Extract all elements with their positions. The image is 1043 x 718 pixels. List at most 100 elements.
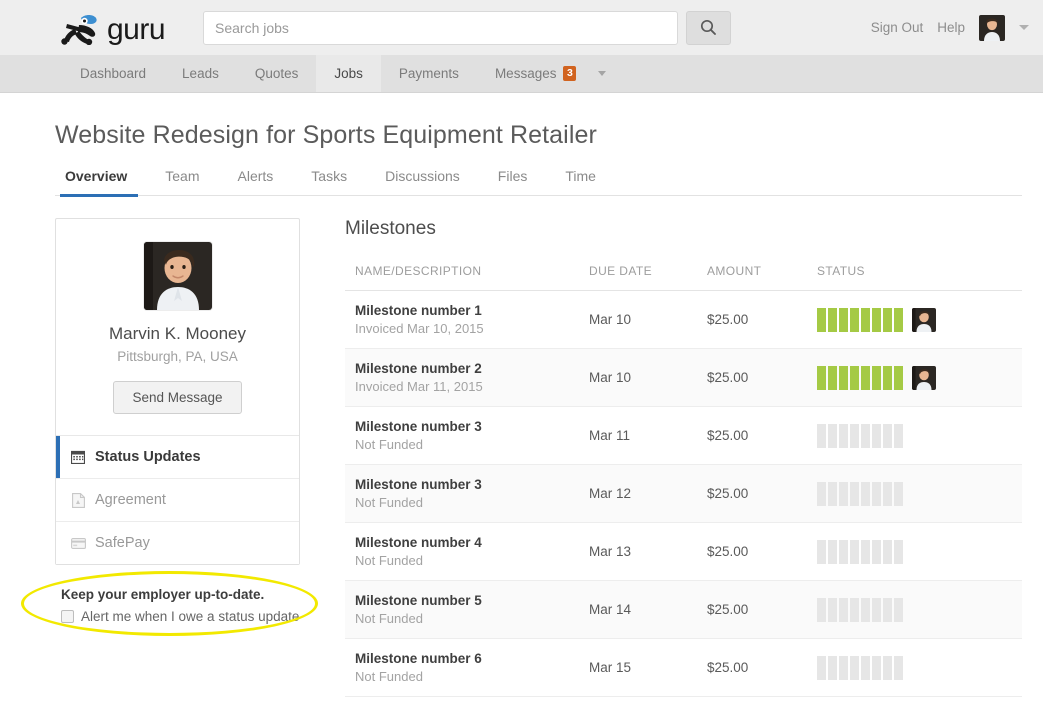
- progress-segment: [839, 307, 848, 332]
- progress-segment: [872, 365, 881, 390]
- tab-label: Discussions: [385, 168, 460, 184]
- header-avatar[interactable]: [979, 14, 1005, 41]
- sidebar-item-label: Status Updates: [95, 449, 201, 465]
- tab-overview[interactable]: Overview: [55, 168, 146, 197]
- progress-segment: [883, 539, 892, 564]
- progress-segment: [894, 539, 903, 564]
- table-row[interactable]: Milestone number 3 Not Funded Mar 11 $25.00: [345, 406, 1022, 465]
- progress-segment: [817, 597, 826, 622]
- progress-segment: [850, 481, 859, 506]
- tab-time[interactable]: Time: [546, 168, 615, 195]
- sidebar: Marvin K. Mooney Pittsburgh, PA, USA Sen…: [21, 218, 318, 718]
- progress-segment: [828, 481, 837, 506]
- tab-tasks[interactable]: Tasks: [292, 168, 366, 195]
- status-bar-group: [817, 365, 1022, 390]
- milestone-subtext: Not Funded: [355, 669, 423, 684]
- table-row[interactable]: Milestone number 4 Not Funded Mar 13 $25.00: [345, 522, 1022, 581]
- table-row[interactable]: Milestone number 5 Not Funded Mar 14 $25.00: [345, 580, 1022, 639]
- status-bar-group: [817, 307, 1022, 332]
- progress-segment: [850, 423, 859, 448]
- sidebar-item-agreement[interactable]: Agreement: [56, 479, 299, 522]
- row-avatar[interactable]: [912, 307, 936, 332]
- chevron-down-icon: [598, 71, 607, 76]
- sidebar-item-status-updates[interactable]: Status Updates: [56, 436, 299, 479]
- progress-bar: [817, 481, 903, 506]
- milestone-name: Milestone number 2: [355, 361, 482, 376]
- progress-segment: [839, 423, 848, 448]
- progress-segment: [828, 423, 837, 448]
- send-message-button[interactable]: Send Message: [113, 381, 242, 414]
- table-row[interactable]: Milestone number 3 Not Funded Mar 12 $25.00: [345, 464, 1022, 523]
- progress-segment: [828, 597, 837, 622]
- progress-segment: [828, 655, 837, 680]
- progress-segment: [828, 539, 837, 564]
- header-user-menu-caret-icon[interactable]: [1019, 25, 1029, 30]
- progress-segment: [872, 423, 881, 448]
- callout-title: Keep your employer up-to-date.: [61, 587, 265, 602]
- page-title: Website Redesign for Sports Equipment Re…: [55, 121, 597, 149]
- profile-section: Marvin K. Mooney Pittsburgh, PA, USA Sen…: [56, 219, 299, 436]
- row-avatar[interactable]: [912, 365, 936, 390]
- milestone-name: Milestone number 3: [355, 477, 482, 492]
- progress-segment: [894, 597, 903, 622]
- progress-segment: [817, 423, 826, 448]
- avatar-image: [912, 365, 936, 390]
- progress-segment: [872, 655, 881, 680]
- col-header-due-date: DUE DATE: [579, 264, 697, 291]
- milestones-heading: Milestones: [345, 218, 436, 239]
- nav-item-messages[interactable]: Messages 3: [477, 55, 595, 92]
- cell-status: [807, 406, 1022, 465]
- nav-item-payments[interactable]: Payments: [381, 55, 477, 92]
- tab-discussions[interactable]: Discussions: [366, 168, 479, 195]
- progress-segment: [817, 539, 826, 564]
- progress-segment: [894, 655, 903, 680]
- progress-segment: [861, 481, 870, 506]
- col-header-amount: AMOUNT: [697, 264, 807, 291]
- nav-item-quotes[interactable]: Quotes: [237, 55, 317, 92]
- nav-overflow-caret[interactable]: [594, 55, 618, 92]
- profile-avatar: [143, 242, 212, 310]
- milestone-name: Milestone number 1: [355, 303, 482, 318]
- document-icon: [70, 492, 86, 508]
- guru-logo[interactable]: guru: [55, 8, 185, 48]
- credit-card-icon: [70, 535, 86, 551]
- progress-segment: [861, 365, 870, 390]
- sidebar-item-safepay[interactable]: SafePay: [56, 522, 299, 564]
- milestone-subtext: Not Funded: [355, 553, 423, 568]
- nav-label: Quotes: [254, 66, 299, 81]
- help-link[interactable]: Help: [937, 20, 965, 35]
- table-row[interactable]: Milestone number 2 Invoiced Mar 11, 2015 M…: [345, 348, 1022, 407]
- guru-logo-icon: guru: [61, 13, 166, 45]
- status-bar-group: [817, 423, 1022, 448]
- search-icon: [700, 19, 716, 35]
- main-content: Milestones NAME/DESCRIPTION DUE DATE AMO…: [300, 218, 1040, 718]
- avatar-image: [979, 14, 1005, 41]
- tab-team[interactable]: Team: [146, 168, 218, 195]
- search-button[interactable]: [686, 10, 731, 45]
- cell-due-date: Mar 15: [579, 638, 697, 697]
- cell-amount: $25.00: [697, 464, 807, 523]
- progress-bar: [817, 423, 903, 448]
- progress-segment: [861, 539, 870, 564]
- progress-segment: [883, 307, 892, 332]
- top-header-bar: guru Sign Out Help: [0, 0, 1043, 55]
- tab-files[interactable]: Files: [479, 168, 547, 195]
- table-row[interactable]: Milestone number 6 Not Funded Mar 15 $25.00: [345, 638, 1022, 697]
- cell-due-date: Mar 13: [579, 522, 697, 581]
- table-row[interactable]: Milestone number 1 Invoiced Mar 10, 2015 M…: [345, 290, 1022, 349]
- tab-alerts[interactable]: Alerts: [219, 168, 293, 195]
- cell-name: Milestone number 3 Not Funded: [345, 406, 579, 465]
- cell-name: Milestone number 3 Not Funded: [345, 464, 579, 523]
- alert-status-update-checkbox[interactable]: [61, 610, 74, 623]
- sign-out-link[interactable]: Sign Out: [871, 20, 924, 35]
- search-input[interactable]: [203, 10, 678, 45]
- col-header-status: STATUS: [807, 264, 1022, 291]
- nav-item-leads[interactable]: Leads: [164, 55, 237, 92]
- nav-item-jobs[interactable]: Jobs: [316, 55, 381, 92]
- progress-segment: [828, 307, 837, 332]
- nav-item-dashboard[interactable]: Dashboard: [62, 55, 164, 92]
- milestone-name: Milestone number 3: [355, 419, 482, 434]
- cell-amount: $25.00: [697, 406, 807, 465]
- profile-card: Marvin K. Mooney Pittsburgh, PA, USA Sen…: [55, 218, 300, 565]
- progress-bar: [817, 365, 903, 390]
